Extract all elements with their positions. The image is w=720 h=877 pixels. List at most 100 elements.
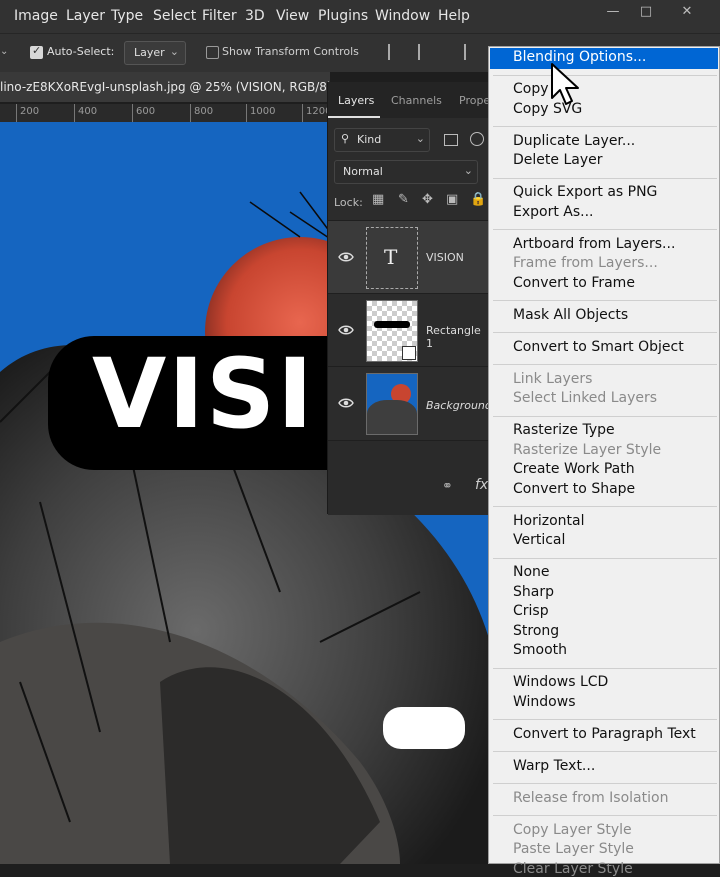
- vision-text-layer: VISI: [92, 338, 315, 450]
- ruler-tick: 600: [136, 106, 156, 117]
- menu-separator: [493, 719, 717, 720]
- layer-thumbnail: [366, 373, 418, 435]
- layer-name[interactable]: Rectangle 1: [426, 324, 491, 350]
- lock-pixels-icon[interactable]: ✎: [398, 192, 409, 207]
- menu-separator: [493, 300, 717, 301]
- menu-plugins[interactable]: Plugins: [318, 8, 368, 24]
- auto-select-label: Auto-Select:: [47, 45, 115, 58]
- menu-separator: [493, 74, 717, 76]
- align-center-icon[interactable]: [418, 44, 420, 60]
- lock-label: Lock:: [334, 196, 363, 209]
- menu-item-copy[interactable]: Copy: [513, 81, 549, 97]
- show-transform-checkbox[interactable]: [206, 46, 219, 59]
- layers-panel: Layers Channels Prope ⚲ Kind ⌄ Normal ⌄ …: [327, 82, 492, 515]
- menu-separator: [493, 751, 717, 752]
- layers-footer: ⚭ fx: [328, 440, 491, 515]
- menu-item-windows-lcd[interactable]: Windows LCD: [513, 674, 608, 690]
- menu-separator: [493, 126, 717, 127]
- menu-select[interactable]: Select: [153, 8, 196, 24]
- maximize-icon[interactable]: □: [635, 4, 657, 20]
- eye-icon[interactable]: [338, 249, 354, 265]
- layer-row-vision[interactable]: T VISION: [328, 220, 491, 293]
- menu-item-sharp[interactable]: Sharp: [513, 584, 554, 600]
- eye-icon[interactable]: [338, 322, 354, 338]
- menu-type[interactable]: Type: [111, 8, 143, 24]
- horizontal-ruler: 200 400 600 800 1000 1200: [0, 104, 331, 123]
- ruler-tick: 800: [194, 106, 214, 117]
- menu-separator: [493, 506, 717, 507]
- lock-position-icon[interactable]: ✥: [422, 192, 433, 207]
- menu-item-convert-to-frame[interactable]: Convert to Frame: [513, 275, 635, 291]
- menu-separator: [493, 332, 717, 333]
- layer-name[interactable]: Background: [426, 399, 492, 412]
- lock-icon[interactable]: 🔒: [470, 192, 486, 207]
- menu-item-convert-to-smart-object[interactable]: Convert to Smart Object: [513, 339, 684, 355]
- menu-item-windows[interactable]: Windows: [513, 694, 576, 710]
- blend-mode-value: Normal: [343, 165, 383, 178]
- menu-view[interactable]: View: [276, 8, 309, 24]
- menu-item-smooth[interactable]: Smooth: [513, 642, 567, 658]
- menu-item-export-as[interactable]: Export As...: [513, 204, 594, 220]
- minimize-icon[interactable]: —: [602, 4, 624, 20]
- auto-select-dropdown[interactable]: Layer ⌄: [124, 41, 186, 65]
- menu-item-mask-all-objects[interactable]: Mask All Objects: [513, 307, 628, 323]
- show-transform-label: Show Transform Controls: [222, 45, 359, 58]
- menu-layer[interactable]: Layer: [66, 8, 105, 24]
- menu-item-vertical[interactable]: Vertical: [513, 532, 565, 548]
- menu-item-none[interactable]: None: [513, 564, 550, 580]
- tab-channels[interactable]: Channels: [391, 94, 442, 107]
- mouse-cursor-icon: [551, 63, 579, 105]
- menu-item-convert-to-shape[interactable]: Convert to Shape: [513, 481, 635, 497]
- menu-item-create-work-path[interactable]: Create Work Path: [513, 461, 635, 477]
- menu-item-crisp[interactable]: Crisp: [513, 603, 549, 619]
- menu-3d[interactable]: 3D: [245, 8, 265, 24]
- menu-item-artboard-from-layers[interactable]: Artboard from Layers...: [513, 236, 675, 252]
- filter-kind-dropdown[interactable]: ⚲ Kind ⌄: [334, 128, 430, 152]
- menu-item-delete-layer[interactable]: Delete Layer: [513, 152, 602, 168]
- chevron-down-icon: ⌄: [415, 132, 425, 145]
- eye-icon[interactable]: [338, 395, 354, 411]
- image-filter-icon[interactable]: [444, 134, 458, 146]
- align-right-icon[interactable]: [450, 44, 466, 60]
- search-icon: ⚲: [341, 132, 350, 145]
- tab-layers[interactable]: Layers: [338, 94, 374, 107]
- menu-item-quick-export-as-png[interactable]: Quick Export as PNG: [513, 184, 657, 200]
- active-tab-indicator: [328, 116, 380, 118]
- menu-item-horizontal[interactable]: Horizontal: [513, 513, 584, 529]
- menu-image[interactable]: Image: [14, 8, 58, 24]
- menu-window[interactable]: Window: [375, 8, 430, 24]
- chevron-down-icon[interactable]: ⌄: [0, 46, 10, 57]
- align-left-icon[interactable]: [388, 44, 404, 60]
- auto-select-value: Layer: [134, 46, 165, 59]
- blend-mode-dropdown[interactable]: Normal ⌄: [334, 160, 478, 184]
- layer-row-rectangle[interactable]: Rectangle 1: [328, 293, 491, 366]
- ruler-tick: 400: [78, 106, 98, 117]
- menu-item-duplicate-layer[interactable]: Duplicate Layer...: [513, 133, 635, 149]
- lock-transparent-icon[interactable]: ▦: [372, 192, 384, 207]
- menu-help[interactable]: Help: [438, 8, 470, 24]
- menu-item-paste-layer-style: Paste Layer Style: [513, 841, 634, 857]
- menu-filter[interactable]: Filter: [202, 8, 237, 24]
- menu-separator: [493, 229, 717, 230]
- document-tab[interactable]: lino-zE8KXoREvgI-unsplash.jpg @ 25% (VIS…: [0, 72, 332, 102]
- menu-item-strong[interactable]: Strong: [513, 623, 559, 639]
- link-icon[interactable]: ⚭: [442, 479, 453, 494]
- menu-item-rasterize-type[interactable]: Rasterize Type: [513, 422, 615, 438]
- ruler-tick: 1000: [250, 106, 276, 117]
- menu-item-warp-text[interactable]: Warp Text...: [513, 758, 595, 774]
- menu-item-link-layers: Link Layers: [513, 370, 593, 387]
- menu-item-convert-to-paragraph-text[interactable]: Convert to Paragraph Text: [513, 726, 696, 742]
- layer-name[interactable]: VISION: [426, 251, 464, 264]
- layer-context-menu: Blending Options... Copy Copy SVG Duplicate…: [488, 46, 720, 877]
- auto-select-checkbox[interactable]: [30, 44, 43, 59]
- layer-row-background[interactable]: Background: [328, 366, 492, 439]
- layer-thumbnail: [366, 300, 418, 362]
- menu-item-release-from-isolation: Release from Isolation: [513, 789, 669, 806]
- close-icon[interactable]: ✕: [676, 4, 698, 20]
- lock-artboard-icon[interactable]: ▣: [446, 192, 458, 207]
- adjustment-filter-icon[interactable]: [470, 132, 484, 146]
- tab-properties[interactable]: Prope: [459, 94, 490, 107]
- fx-icon[interactable]: fx: [475, 477, 488, 493]
- shape-layer-icon: [402, 346, 416, 360]
- menu-item-select-linked-layers: Select Linked Layers: [513, 390, 658, 406]
